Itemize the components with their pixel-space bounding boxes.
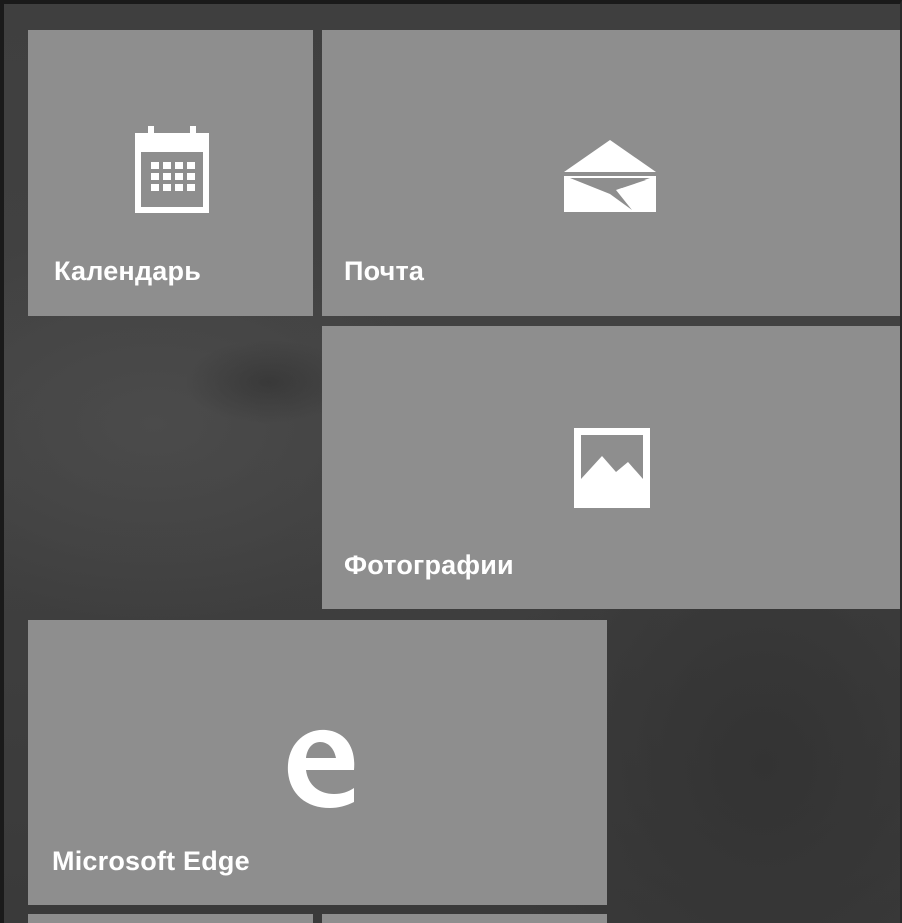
mail-icon	[564, 140, 656, 212]
photos-icon	[574, 428, 650, 508]
calendar-icon	[135, 126, 209, 213]
tile-label-calendar: Календарь	[54, 256, 201, 286]
tile-photos[interactable]: Фотографии	[322, 326, 900, 609]
tile-mail[interactable]: Почта	[322, 30, 900, 316]
tile-calendar[interactable]: Календарь	[28, 30, 313, 316]
tile-label-photos: Фотографии	[344, 550, 514, 580]
tile-microsoft-edge[interactable]: Microsoft Edge	[28, 620, 607, 905]
edge-icon	[287, 729, 355, 808]
tile-label-mail: Почта	[344, 256, 425, 286]
tile-partial-bottom-left[interactable]	[28, 914, 313, 923]
start-menu-tiles-panel: Календарь Почта Фотографии Microsoft Edg…	[0, 0, 902, 923]
tile-partial-bottom-middle[interactable]	[322, 914, 607, 923]
tile-label-edge: Microsoft Edge	[52, 846, 250, 876]
